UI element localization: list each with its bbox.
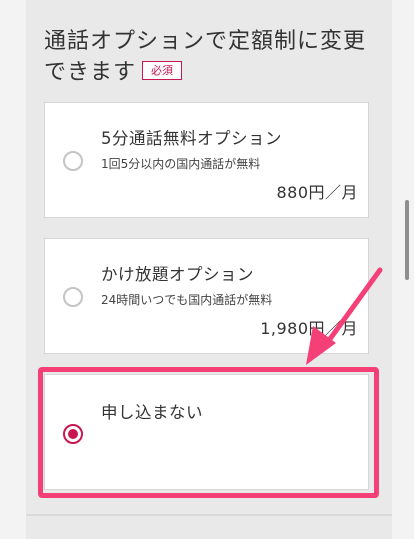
radio-dot: [68, 429, 78, 439]
option-title: かけ放題オプション: [101, 265, 254, 284]
panel-divider: [26, 514, 392, 516]
option-5min-free-call[interactable]: 5分通話無料オプション 1回5分以内の国内通話が無料 880円／月: [44, 102, 369, 218]
option-title: 申し込まない: [101, 403, 203, 422]
question-heading-text: 通話オプションで定額制に変更できます: [44, 29, 367, 85]
option-title: 5分通話無料オプション: [101, 129, 282, 148]
radio-button-selected[interactable]: [63, 424, 83, 444]
required-badge: 必須: [142, 60, 183, 80]
radio-button[interactable]: [63, 287, 83, 307]
question-heading: 通話オプションで定額制に変更できます 必須: [44, 26, 374, 88]
scrollbar-thumb[interactable]: [405, 200, 409, 280]
option-unlimited-call[interactable]: かけ放題オプション 24時間いつでも国内通話が無料 1,980円／月: [44, 238, 369, 354]
option-description: 1回5分以内の国内通話が無料: [101, 157, 261, 171]
option-price: 880円／月: [276, 183, 358, 202]
option-price: 1,980円／月: [260, 319, 358, 338]
radio-button[interactable]: [63, 151, 83, 171]
option-description: 24時間いつでも国内通話が無料: [101, 293, 273, 307]
option-no-subscription[interactable]: 申し込まない: [44, 374, 369, 490]
